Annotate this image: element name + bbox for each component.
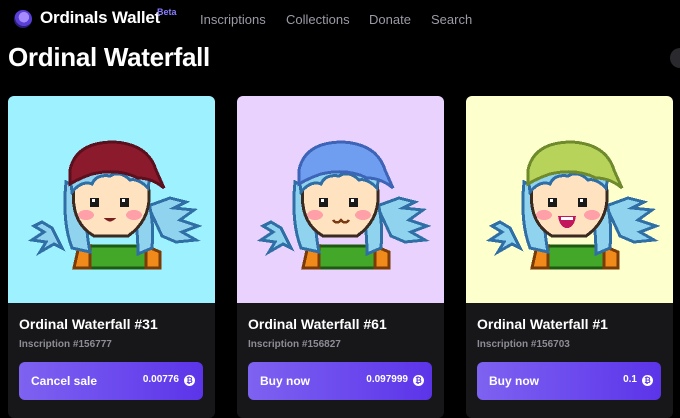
nav-collections[interactable]: Collections <box>286 12 350 27</box>
price-value: 0.1 <box>623 374 637 385</box>
action-label: Buy now <box>260 374 310 388</box>
card-title: Ordinal Waterfall #31 <box>19 316 158 332</box>
girl-illustration <box>466 96 673 303</box>
brand-name[interactable]: Ordinals Wallet <box>40 8 160 28</box>
nft-card[interactable]: Ordinal Waterfall #31 Inscription #15677… <box>8 96 215 418</box>
nft-image[interactable] <box>466 96 673 303</box>
page-title: Ordinal Waterfall <box>8 42 210 72</box>
buy-now-button[interactable]: Buy now 0.097999 ₿ <box>248 362 432 400</box>
nft-card[interactable]: Ordinal Waterfall #61 Inscription #15682… <box>237 96 444 418</box>
nav-search[interactable]: Search <box>431 12 472 27</box>
girl-illustration <box>8 96 215 303</box>
bitcoin-icon: ₿ <box>642 375 653 386</box>
action-label: Buy now <box>489 374 539 388</box>
girl-illustration <box>237 96 444 303</box>
nav-donate[interactable]: Donate <box>369 12 411 27</box>
nft-image[interactable] <box>237 96 444 303</box>
ordinals-logo-icon[interactable] <box>14 10 32 28</box>
action-label: Cancel sale <box>31 374 98 388</box>
nav-inscriptions[interactable]: Inscriptions <box>200 12 266 27</box>
bitcoin-icon: ₿ <box>413 375 424 386</box>
scroll-button[interactable] <box>670 48 680 68</box>
top-nav: Ordinals Wallet Beta Inscriptions Collec… <box>0 0 680 40</box>
nft-card[interactable]: Ordinal Waterfall #1 Inscription #156703… <box>466 96 673 418</box>
bitcoin-icon: ₿ <box>184 375 195 386</box>
card-inscription: Inscription #156703 <box>477 339 570 350</box>
buy-now-button[interactable]: Buy now 0.1 ₿ <box>477 362 661 400</box>
cancel-sale-button[interactable]: Cancel sale 0.00776 ₿ <box>19 362 203 400</box>
card-title: Ordinal Waterfall #61 <box>248 316 387 332</box>
nft-image[interactable] <box>8 96 215 303</box>
price-value: 0.097999 <box>366 374 408 385</box>
beta-badge: Beta <box>157 7 177 17</box>
card-inscription: Inscription #156827 <box>248 339 341 350</box>
price-value: 0.00776 <box>142 374 179 385</box>
card-title: Ordinal Waterfall #1 <box>477 316 608 332</box>
card-inscription: Inscription #156777 <box>19 339 112 350</box>
